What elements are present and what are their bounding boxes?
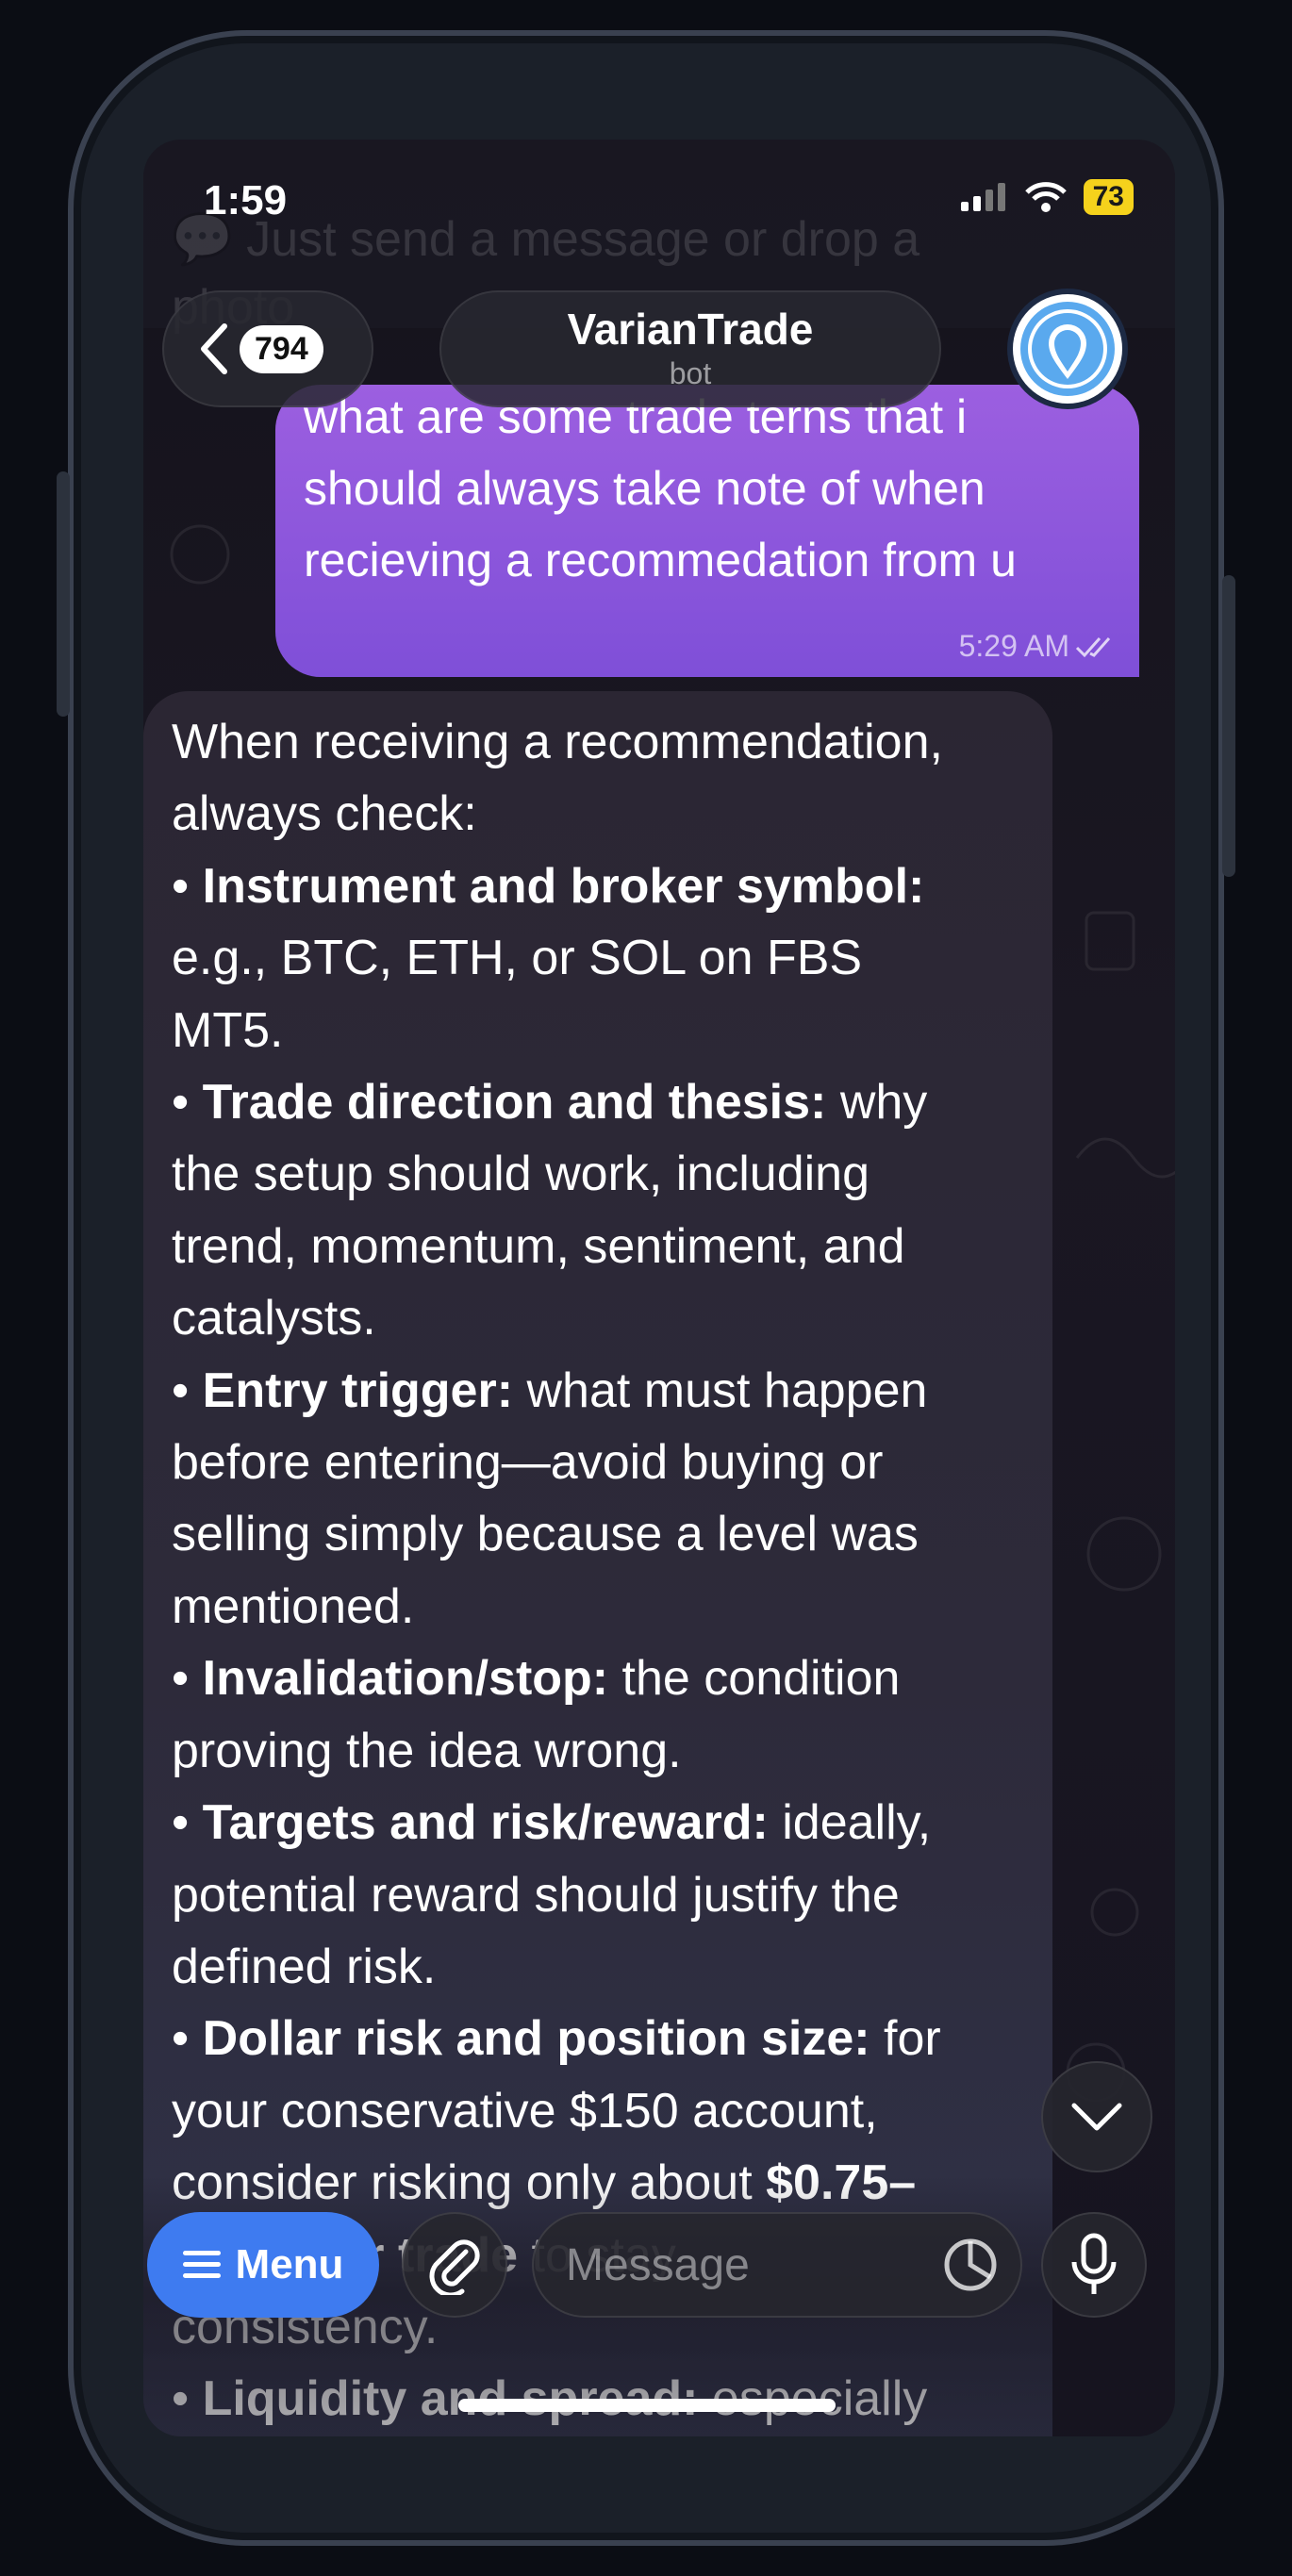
text: why: [826, 1075, 928, 1131]
sticker-icon[interactable]: [943, 2237, 998, 2292]
home-indicator[interactable]: [458, 2399, 836, 2412]
bold-text: Trade direction and thesis:: [202, 1075, 827, 1131]
chevron-left-icon: [201, 323, 227, 374]
text: always check:: [172, 786, 477, 842]
message-line: catalysts.: [172, 1282, 1024, 1354]
text: selling simply because a level was: [172, 1507, 919, 1562]
text: e.g., BTC, ETH, or SOL on FBS: [172, 931, 863, 986]
battery-indicator: 73: [1083, 179, 1134, 215]
chevron-down-icon: [1071, 2103, 1122, 2131]
bold-text: Invalidation/stop:: [202, 1651, 609, 1707]
unread-count-badge: 794: [240, 324, 323, 373]
message-line: the setup should work, including: [172, 1138, 1024, 1210]
outgoing-message[interactable]: what are some trade terns that i should …: [275, 385, 1139, 677]
message-line: trend, momentum, sentiment, and: [172, 1211, 1024, 1282]
bot-avatar[interactable]: [1013, 294, 1122, 404]
wifi-icon: [1024, 182, 1067, 212]
message-meta: 5:29 AM: [959, 629, 1118, 664]
message-input[interactable]: Message: [532, 2212, 1022, 2318]
text: MT5.: [172, 1002, 284, 1058]
message-line: MT5.: [172, 995, 1024, 1066]
message-line: proving the idea wrong.: [172, 1715, 1024, 1787]
incoming-message[interactable]: When receiving a recommendation, always c…: [143, 691, 1052, 2436]
text: your conservative $150 account,: [172, 2083, 878, 2138]
message-line: • Dollar risk and position size: for: [172, 2003, 1024, 2074]
message-placeholder: Message: [566, 2239, 750, 2290]
scroll-down-button[interactable]: [1041, 2061, 1152, 2172]
text: defined risk.: [172, 1939, 437, 1994]
message-line: • Trade direction and thesis: why: [172, 1066, 1024, 1138]
message-line: When receiving a recommendation,: [172, 706, 1024, 778]
message-line: mentioned.: [172, 1571, 1024, 1643]
message-line: potential reward should justify the: [172, 1859, 1024, 1931]
text: mentioned.: [172, 1578, 415, 1634]
text: ideally,: [768, 1795, 932, 1851]
message-line: your conservative $150 account,: [172, 2075, 1024, 2147]
message-line: selling simply because a level was: [172, 1498, 1024, 1570]
message-line: recieving a recommedation from u: [304, 534, 1017, 586]
bold-text: Entry trigger:: [202, 1362, 514, 1418]
chat-name: VarianTrade: [567, 305, 814, 354]
microphone-icon: [1071, 2233, 1117, 2294]
message-line: always check:: [172, 778, 1024, 850]
status-icons: 73: [960, 179, 1134, 215]
chat-subtitle: bot: [669, 356, 712, 390]
attach-button[interactable]: [402, 2212, 507, 2318]
bot-logo-icon: [1020, 302, 1115, 396]
message-line: before entering—avoid buying or: [172, 1427, 1024, 1498]
text: proving the idea wrong.: [172, 1723, 682, 1778]
bold-text: Dollar risk and position size:: [202, 2011, 870, 2067]
back-button[interactable]: 794: [162, 290, 373, 407]
message-line: • Invalidation/stop: the condition: [172, 1643, 1024, 1714]
menu-label: Menu: [235, 2241, 344, 2287]
chat-title-button[interactable]: VarianTrade bot: [439, 290, 941, 407]
text: for: [870, 2011, 941, 2067]
phone-side-button-left: [57, 471, 70, 717]
cellular-signal-icon: [960, 183, 1005, 211]
double-check-icon: [1075, 636, 1111, 657]
text: catalysts.: [172, 1291, 376, 1346]
text: •: [172, 1075, 203, 1131]
bold-text: Instrument and broker symbol:: [202, 858, 925, 914]
chat-screen: 💬 Just send a message or drop a photo wh…: [143, 140, 1175, 2436]
text: trend, momentum, sentiment, and: [172, 1218, 905, 1274]
menu-icon: [182, 2251, 221, 2278]
message-line: • Entry trigger: what must happen: [172, 1355, 1024, 1427]
text: When receiving a recommendation,: [172, 715, 943, 769]
message-line: e.g., BTC, ETH, or SOL on FBS: [172, 922, 1024, 994]
text: •: [172, 1795, 203, 1851]
text: potential reward should justify the: [172, 1867, 900, 1923]
status-time: 1:59: [204, 177, 288, 223]
text: what must happen: [513, 1362, 928, 1418]
message-line: should always take note of when: [304, 462, 986, 515]
paperclip-icon: [429, 2239, 480, 2295]
text: the setup should work, including: [172, 1147, 870, 1202]
text: •: [172, 1651, 203, 1707]
text: •: [172, 1362, 203, 1418]
message-line: • Targets and risk/reward: ideally,: [172, 1787, 1024, 1858]
phone-side-button-right: [1222, 575, 1235, 877]
message-line: defined risk.: [172, 1931, 1024, 2003]
message-time: 5:29 AM: [958, 629, 1069, 663]
menu-button[interactable]: Menu: [147, 2212, 379, 2318]
message-line: • Instrument and broker symbol:: [172, 850, 1024, 922]
voice-message-button[interactable]: [1041, 2212, 1147, 2318]
text: the condition: [608, 1651, 901, 1707]
bold-text: Targets and risk/reward:: [202, 1795, 769, 1851]
text: before entering—avoid buying or: [172, 1435, 884, 1491]
text: •: [172, 2011, 203, 2067]
text: •: [172, 858, 203, 914]
